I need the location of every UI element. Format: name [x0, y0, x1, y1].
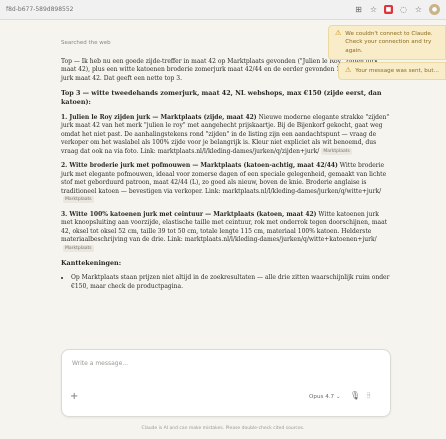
result-title: 3. Witte 100% katoenen jurk met ceintuur…	[61, 210, 317, 218]
model-selector[interactable]: Opus 4.7 ⌄	[309, 394, 341, 400]
message-input[interactable]: Write a message...	[72, 360, 128, 367]
result-title: 2. Witte broderie jurk met pofmouwen — M…	[61, 162, 338, 170]
translate-icon[interactable]: ⊞	[354, 5, 363, 14]
list-item: Op Marktplaats staan prijzen niet altijd…	[71, 274, 391, 291]
source-chip[interactable]: Marktplaats	[63, 244, 94, 252]
caveats-heading: Kanttekeningen:	[61, 259, 122, 268]
disclaimer: Claude is AI and can make mistakes. Plea…	[141, 426, 305, 431]
toast-text: We couldn't connect to Claude. Check you…	[345, 31, 433, 54]
extension-red-icon[interactable]: ■	[384, 5, 393, 14]
caveats-list: Op Marktplaats staan prijzen niet altijd…	[61, 274, 391, 291]
profile-avatar[interactable]: ●	[429, 4, 440, 15]
star-icon[interactable]: ☆	[369, 5, 378, 14]
warning-icon: ⚠	[345, 66, 352, 74]
result-item: 2. Witte broderie jurk met pofmouwen — M…	[61, 162, 391, 205]
message-composer[interactable]: Write a message... + Opus 4.7 ⌄ 🎙 ⦙⦙	[61, 349, 391, 417]
warning-icon: ⚠	[335, 29, 342, 37]
voice-mode-icon[interactable]: ⦙⦙	[367, 391, 371, 401]
message-sent-toast[interactable]: ⚠ Your message was sent, but...	[338, 62, 446, 81]
source-chip[interactable]: Marktplaats	[63, 196, 94, 204]
bookmark-icon[interactable]: ☆	[414, 5, 423, 14]
toolbar-icons: ⊞ ☆ ■ ◌ ☆ ●	[354, 4, 440, 15]
result-item: 1. Julien le Roy zijden jurk — Marktplaa…	[61, 114, 391, 157]
source-chip[interactable]: Marktplaats	[321, 147, 352, 155]
connection-error-toast[interactable]: ⚠ We couldn't connect to Claude. Check y…	[328, 25, 446, 61]
result-item: 3. Witte 100% katoenen jurk met ceintuur…	[61, 211, 391, 254]
microphone-icon[interactable]: 🎙	[350, 391, 360, 400]
add-attachment-icon[interactable]: +	[70, 392, 78, 402]
puzzle-icon[interactable]: ◌	[399, 5, 408, 14]
address-bar[interactable]: f8d-b677-589d898552	[6, 6, 354, 13]
toast-text: Your message was sent, but...	[355, 68, 439, 74]
message-heading: Top 3 — witte tweedehands zomerjurk, maa…	[61, 89, 382, 107]
browser-toolbar: f8d-b677-589d898552 ⊞ ☆ ■ ◌ ☆ ●	[0, 0, 446, 20]
result-title: 1. Julien le Roy zijden jurk — Marktplaa…	[61, 113, 257, 121]
